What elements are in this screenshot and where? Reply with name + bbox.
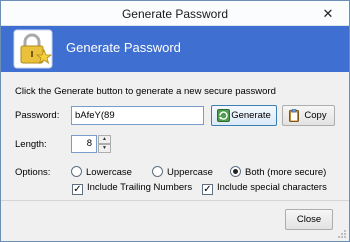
checkbox-trailing-numbers[interactable]: ✓ Include Trailing Numbers xyxy=(72,182,192,195)
spin-down-icon[interactable]: ▼ xyxy=(98,144,111,153)
length-label: Length: xyxy=(15,139,47,150)
checkbox-special-characters[interactable]: ✓ Include special characters xyxy=(202,182,327,195)
resize-grip-icon[interactable] xyxy=(337,229,347,239)
title-bar: Generate Password ✕ xyxy=(1,1,349,26)
header-title: Generate Password xyxy=(66,40,181,55)
radio-uppercase[interactable]: Uppercase xyxy=(152,166,213,178)
copy-button[interactable]: Copy xyxy=(282,105,335,126)
radio-both-label: Both (more secure) xyxy=(245,167,327,178)
checkbox-special-characters-box[interactable]: ✓ xyxy=(202,184,213,195)
radio-lowercase-label: Lowercase xyxy=(86,167,132,178)
checkbox-trailing-numbers-label: Include Trailing Numbers xyxy=(87,182,193,193)
header-banner: Generate Password xyxy=(1,26,349,72)
window-close-icon[interactable]: ✕ xyxy=(313,5,343,22)
instructions-text: Click the Generate button to generate a … xyxy=(15,86,276,97)
options-label: Options: xyxy=(15,167,51,178)
radio-both[interactable]: Both (more secure) xyxy=(230,166,326,178)
window-title: Generate Password xyxy=(121,7,229,21)
length-input[interactable]: 8 xyxy=(71,135,97,153)
footer-divider xyxy=(1,200,349,201)
checkbox-trailing-numbers-box[interactable]: ✓ xyxy=(72,184,83,195)
radio-uppercase-label: Uppercase xyxy=(167,167,213,178)
generate-button[interactable]: Generate xyxy=(211,105,277,126)
padlock-star-icon xyxy=(13,29,53,69)
generate-password-window: Generate Password ✕ Generate Password Cl… xyxy=(0,0,350,242)
checkbox-special-characters-label: Include special characters xyxy=(217,182,327,193)
clipboard-icon xyxy=(289,109,299,122)
radio-lowercase-circle[interactable] xyxy=(71,166,82,177)
length-spinner[interactable]: ▲ ▼ xyxy=(98,135,111,153)
spin-up-icon[interactable]: ▲ xyxy=(98,135,111,144)
radio-both-circle[interactable] xyxy=(230,166,241,177)
generate-icon xyxy=(217,109,230,122)
password-label: Password: xyxy=(15,110,60,121)
password-field[interactable]: bAfeY(89 xyxy=(71,106,204,125)
radio-lowercase[interactable]: Lowercase xyxy=(71,166,132,178)
radio-uppercase-circle[interactable] xyxy=(152,166,163,177)
close-button[interactable]: Close xyxy=(285,209,333,230)
